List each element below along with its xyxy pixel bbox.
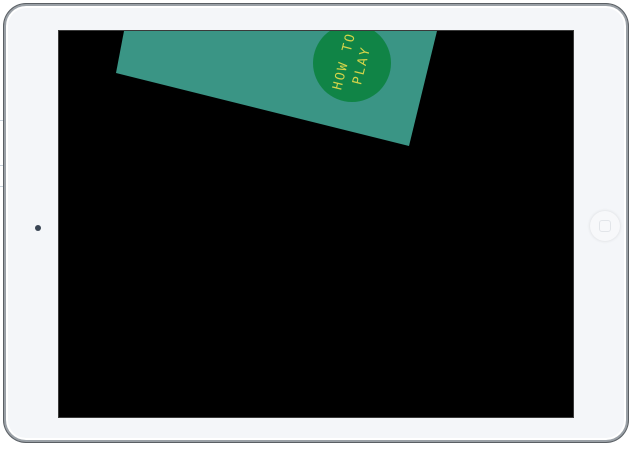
home-button[interactable] bbox=[590, 211, 620, 241]
game-screen[interactable]: HOW TO PLAY bbox=[58, 30, 574, 418]
home-button-icon bbox=[599, 220, 611, 232]
game-canvas: HOW TO PLAY bbox=[116, 31, 437, 146]
front-camera bbox=[35, 225, 41, 231]
menu-panel bbox=[116, 31, 437, 146]
